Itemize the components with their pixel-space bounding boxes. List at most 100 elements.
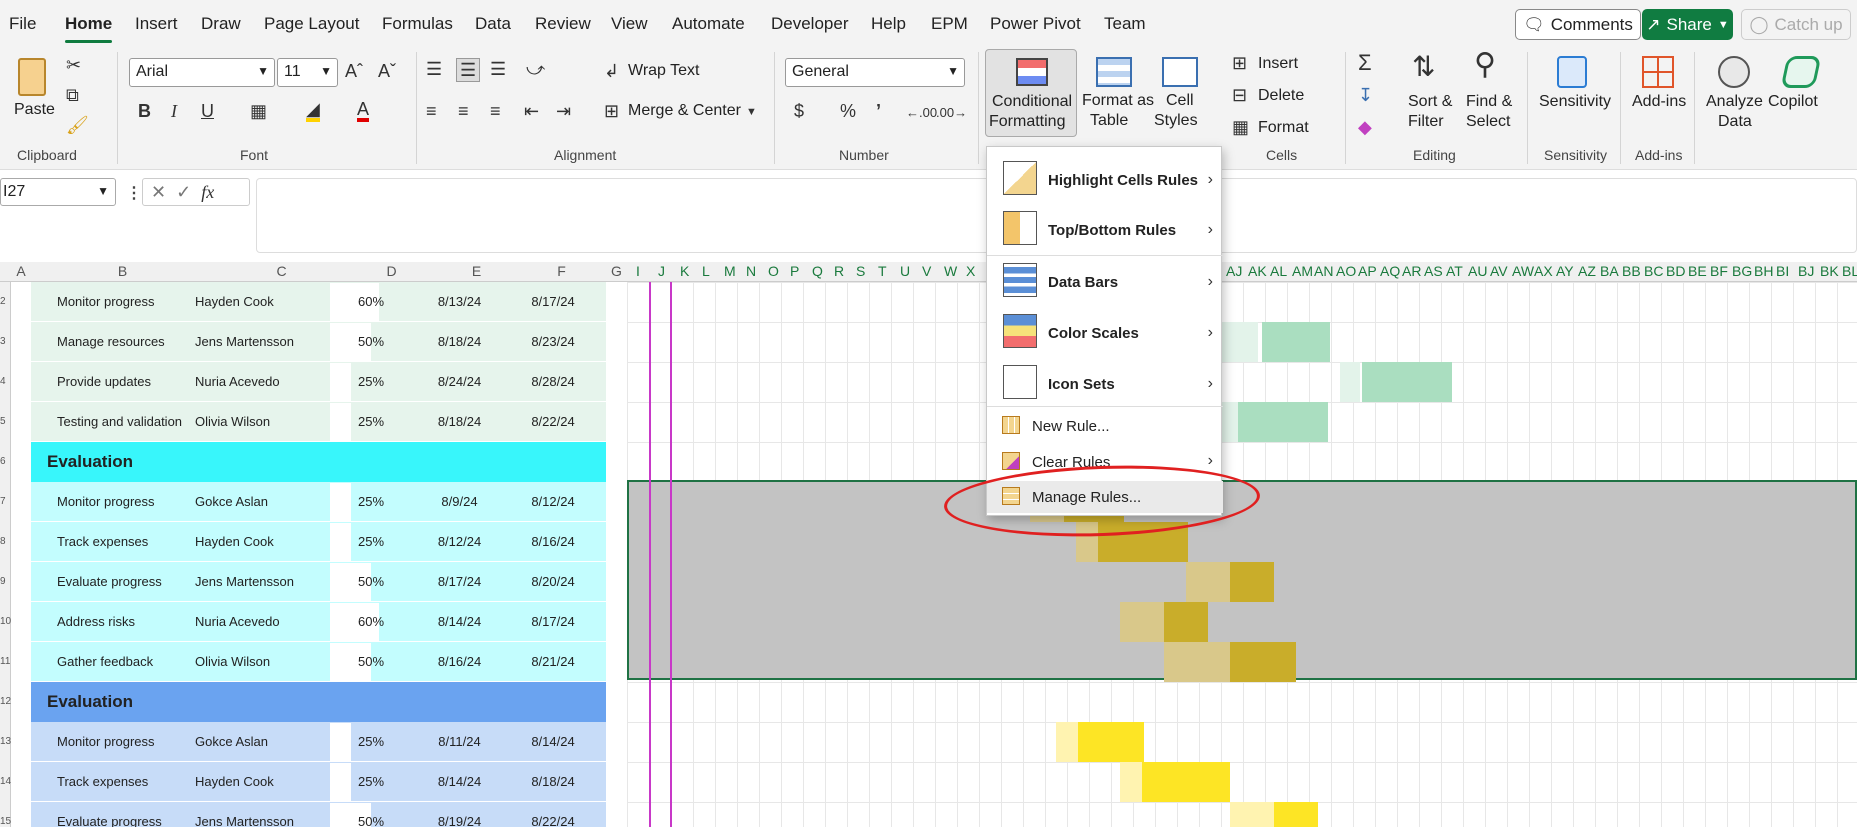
- table-row[interactable]: Track expenses Hayden Cook 25% 8/12/24 8/16/…: [31, 522, 606, 562]
- fill-color-icon[interactable]: ◢: [306, 100, 320, 122]
- start-date-cell[interactable]: 8/14/24: [417, 762, 502, 802]
- copy-icon[interactable]: ⧉: [66, 84, 79, 106]
- col-header[interactable]: AM: [1292, 263, 1313, 279]
- confirm-icon[interactable]: ✓: [176, 182, 191, 203]
- end-date-cell[interactable]: 8/22/24: [503, 802, 603, 827]
- end-date-cell[interactable]: 8/22/24: [503, 402, 603, 442]
- tab-help[interactable]: Help: [871, 14, 906, 34]
- col-header[interactable]: AP: [1358, 263, 1377, 279]
- owner-cell[interactable]: Olivia Wilson: [195, 402, 325, 442]
- font-name-combo[interactable]: Arial ▼: [129, 58, 275, 87]
- col-header[interactable]: AY: [1556, 263, 1574, 279]
- col-header[interactable]: W: [944, 263, 957, 279]
- italic-icon[interactable]: I: [171, 100, 177, 122]
- percent-icon[interactable]: %: [840, 100, 856, 122]
- start-date-cell[interactable]: 8/19/24: [417, 802, 502, 827]
- insert-cells-button[interactable]: ⊞ Insert: [1232, 52, 1342, 78]
- cut-icon[interactable]: ✂: [66, 54, 81, 76]
- tab-page-layout[interactable]: Page Layout: [264, 14, 359, 34]
- task-cell[interactable]: Gather feedback: [57, 642, 207, 682]
- copilot-button[interactable]: Copilot: [1768, 50, 1832, 138]
- col-header[interactable]: AS: [1424, 263, 1443, 279]
- table-row[interactable]: Monitor progress Gokce Aslan 25% 8/9/24 8/12…: [31, 482, 606, 522]
- section-header[interactable]: Evaluation: [31, 682, 606, 722]
- start-date-cell[interactable]: 8/24/24: [417, 362, 502, 402]
- owner-cell[interactable]: Hayden Cook: [195, 522, 325, 562]
- conditional-formatting-button[interactable]: Conditional Formatting: [985, 49, 1077, 137]
- find-select-button[interactable]: ⚲ Find & Select: [1462, 50, 1522, 138]
- more-options-icon[interactable]: ⋮: [126, 183, 142, 203]
- task-cell[interactable]: Evaluate progress: [57, 562, 207, 602]
- start-date-cell[interactable]: 8/14/24: [417, 602, 502, 642]
- end-date-cell[interactable]: 8/21/24: [503, 642, 603, 682]
- col-header[interactable]: BL: [1842, 263, 1857, 279]
- table-row[interactable]: Monitor progress Hayden Cook 60% 8/13/24 8/1…: [31, 282, 606, 322]
- col-header[interactable]: AK: [1248, 263, 1267, 279]
- percent-cell[interactable]: 25%: [330, 763, 412, 801]
- percent-cell[interactable]: 50%: [330, 803, 412, 827]
- col-header[interactable]: L: [702, 263, 710, 279]
- col-header[interactable]: AO: [1336, 263, 1356, 279]
- tab-home[interactable]: Home: [65, 14, 113, 43]
- format-cells-button[interactable]: ▦ Format: [1232, 116, 1342, 142]
- row-number[interactable]: 5: [0, 416, 11, 427]
- row-number[interactable]: 14: [0, 776, 11, 787]
- underline-icon[interactable]: U: [201, 100, 214, 122]
- col-header[interactable]: BI: [1776, 263, 1789, 279]
- task-cell[interactable]: Testing and validation: [57, 402, 207, 442]
- percent-cell[interactable]: 25%: [330, 403, 412, 441]
- row-number[interactable]: 10: [0, 616, 11, 627]
- col-header[interactable]: BG: [1732, 263, 1752, 279]
- task-cell[interactable]: Manage resources: [57, 322, 207, 362]
- analyze-data-button[interactable]: Analyze Data: [1702, 50, 1766, 138]
- font-size-combo[interactable]: 11 ▼: [277, 58, 338, 87]
- col-header[interactable]: V: [922, 263, 931, 279]
- end-date-cell[interactable]: 8/17/24: [503, 602, 603, 642]
- col-header[interactable]: AJ: [1226, 263, 1242, 279]
- col-header[interactable]: X: [966, 263, 975, 279]
- table-row[interactable]: Address risks Nuria Acevedo 60% 8/14/24 8/17…: [31, 602, 606, 642]
- col-header[interactable]: J: [658, 263, 665, 279]
- row-number[interactable]: 6: [0, 456, 11, 467]
- col-header[interactable]: BK: [1820, 263, 1839, 279]
- format-as-table-button[interactable]: Format as Table: [1080, 49, 1154, 137]
- table-row[interactable]: Evaluate progress Jens Martensson 50% 8/19/…: [31, 802, 606, 827]
- percent-cell[interactable]: 50%: [330, 643, 412, 681]
- col-header[interactable]: M: [724, 263, 736, 279]
- col-header[interactable]: B: [31, 263, 214, 279]
- number-format-combo[interactable]: General ▼: [785, 58, 965, 87]
- row-number[interactable]: 4: [0, 376, 11, 387]
- col-header[interactable]: AR: [1402, 263, 1421, 279]
- col-header[interactable]: E: [434, 263, 519, 279]
- col-header[interactable]: N: [746, 263, 756, 279]
- col-header[interactable]: AW: [1512, 263, 1534, 279]
- start-date-cell[interactable]: 8/9/24: [417, 482, 502, 522]
- delete-cells-button[interactable]: ⊟ Delete: [1232, 84, 1342, 110]
- table-row[interactable]: Track expenses Hayden Cook 25% 8/14/24 8/18/…: [31, 762, 606, 802]
- col-header[interactable]: AQ: [1380, 263, 1400, 279]
- col-header[interactable]: AZ: [1578, 263, 1596, 279]
- start-date-cell[interactable]: 8/18/24: [417, 402, 502, 442]
- start-date-cell[interactable]: 8/11/24: [417, 722, 502, 762]
- decrease-font-icon[interactable]: Aˇ: [378, 60, 396, 82]
- align-middle-icon[interactable]: ☰: [456, 58, 481, 82]
- menu-item-data-bars[interactable]: Data Bars ›: [987, 259, 1223, 305]
- col-header[interactable]: K: [680, 263, 689, 279]
- currency-icon[interactable]: $: [794, 100, 804, 122]
- increase-font-icon[interactable]: Aˆ: [345, 60, 363, 82]
- end-date-cell[interactable]: 8/17/24: [503, 282, 603, 322]
- percent-cell[interactable]: 25%: [330, 723, 412, 761]
- owner-cell[interactable]: Jens Martensson: [195, 802, 325, 827]
- task-cell[interactable]: Track expenses: [57, 522, 207, 562]
- catch-up-button[interactable]: ◯ Catch up: [1741, 9, 1851, 40]
- col-header[interactable]: BJ: [1798, 263, 1814, 279]
- owner-cell[interactable]: Jens Martensson: [195, 562, 325, 602]
- increase-indent-icon[interactable]: ⇥: [556, 100, 571, 122]
- share-button[interactable]: ↗ Share ▼: [1642, 9, 1733, 40]
- tab-file[interactable]: File: [9, 14, 36, 34]
- insert-function-button[interactable]: fx: [201, 182, 214, 203]
- row-number[interactable]: 12: [0, 696, 11, 707]
- borders-icon[interactable]: ▦: [250, 100, 267, 122]
- align-right-icon[interactable]: ≡: [490, 100, 501, 122]
- tab-developer[interactable]: Developer: [771, 14, 849, 34]
